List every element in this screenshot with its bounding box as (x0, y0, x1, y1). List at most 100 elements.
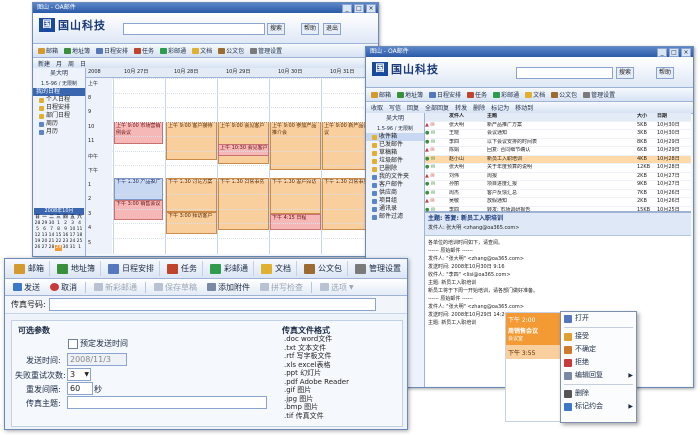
col-subject[interactable]: 主题 (487, 113, 637, 121)
reply-button[interactable]: 回复 (405, 103, 421, 112)
calendar-event[interactable]: 上午 9:00 参加产品推介会 (270, 122, 321, 170)
maximize-icon[interactable]: □ (354, 4, 364, 13)
reply-all-button[interactable]: 全部回复 (423, 103, 451, 112)
message-row[interactable]: ● ✉ 王晓 会议通知 3KB 10月30日 (425, 130, 691, 139)
tool-contacts[interactable]: 地址簿 (62, 46, 92, 55)
maximize-icon[interactable]: □ (669, 48, 679, 57)
day-header-4[interactable]: 10月 31日 (330, 68, 354, 77)
menu-edit-reply[interactable]: 编辑回复 ▶ (561, 369, 636, 382)
mini-cal-day[interactable]: 1 (76, 245, 83, 251)
tool-settings[interactable]: 管理设置 (581, 90, 617, 99)
col-date[interactable]: 日期 (657, 113, 691, 121)
day-header-3[interactable]: 10月 30日 (278, 68, 302, 77)
message-row[interactable]: ▲ ✉ 张大明 新产品推广方案 5KB 10月30日 (425, 122, 691, 130)
event-block-2[interactable]: 下午 3:55 (506, 345, 564, 359)
tab-sms[interactable]: 彩邮通 (205, 261, 254, 276)
message-row[interactable]: ▲ ✉ 吴敏 放假通知 2KB 10月26日 (425, 198, 691, 207)
save-draft-button[interactable]: 保存草稿 (150, 282, 201, 293)
send-time-field[interactable]: 2008/11/3 (67, 353, 127, 366)
mini-cal-day[interactable]: 29 (55, 245, 62, 251)
day-header-2[interactable]: 10月 29日 (226, 68, 250, 77)
move-to-button[interactable]: 移动到 (513, 103, 535, 112)
tool-calendar[interactable]: 日程安排 (427, 90, 463, 99)
message-row[interactable]: ● ✉ 张大明 关于年度预算的说明 12KB 10月28日 (425, 164, 691, 173)
sidebar-item-dept[interactable]: 部门日程 (33, 112, 85, 120)
close-icon[interactable]: × (366, 4, 376, 13)
add-attachment-button[interactable]: 添加附件 (203, 282, 254, 293)
sidebar-item-personal[interactable]: 个人日程 (33, 96, 85, 104)
folder-item[interactable]: 邮件过滤 (366, 213, 424, 221)
mark-as-button[interactable]: 标记为 (489, 103, 511, 112)
col-size[interactable]: 大小 (637, 113, 657, 121)
tool-briefcase[interactable]: 公文包 (549, 90, 579, 99)
compose-button[interactable]: 写信 (387, 103, 403, 112)
mini-cal-day[interactable]: 31 (69, 245, 76, 251)
day-view-button[interactable]: 日 (78, 59, 88, 68)
tool-docs[interactable]: 文档 (523, 90, 547, 99)
tab-tasks[interactable]: 任务 (162, 261, 203, 276)
tab-docs[interactable]: 文档 (256, 261, 297, 276)
tool-tasks[interactable]: 任务 (132, 46, 156, 55)
folder-item[interactable]: 已发邮件 (366, 141, 424, 149)
tab-calendar[interactable]: 日程安排 (103, 261, 160, 276)
forward-button[interactable]: 转发 (453, 103, 469, 112)
tool-briefcase[interactable]: 公文包 (216, 46, 246, 55)
message-row[interactable]: ▲ ✉ 陈娟 回复: 合同细节确认 6KB 10月29日 (425, 147, 691, 156)
tool-tasks[interactable]: 任务 (465, 90, 489, 99)
minimize-icon[interactable]: _ (657, 48, 667, 57)
message-row[interactable]: ▲ ✉ 刘伟 周报 2KB 10月27日 (425, 173, 691, 181)
retry-select[interactable]: 3 ▼ (67, 368, 91, 381)
folder-item[interactable]: 我的文件夹 (366, 173, 424, 181)
sidebar-item-schedule[interactable]: 日程安排 (33, 104, 85, 112)
fax-subject-input[interactable] (67, 396, 267, 409)
month-view-button[interactable]: 月 (54, 59, 64, 68)
menu-tentative[interactable]: 不确定 (561, 343, 636, 356)
close-icon[interactable]: × (681, 48, 691, 57)
sidebar-item-week[interactable]: 周历 (33, 120, 85, 128)
folder-item[interactable]: 供应商 (366, 189, 424, 197)
tool-mail[interactable]: 邮箱 (36, 46, 60, 55)
col-from[interactable]: 发件人 (449, 113, 487, 121)
folder-item[interactable]: 项目组 (366, 197, 424, 205)
tool-calendar[interactable]: 日程安排 (94, 46, 130, 55)
mini-cal-day[interactable]: 28 (48, 245, 55, 251)
calendar-event[interactable]: 下午 3:00 销售会议 (114, 200, 163, 220)
new-event-button[interactable]: 新建 (36, 59, 52, 68)
message-row[interactable]: ● ✉ 李四 以下会议安排的时间表 8KB 10月29日 (425, 139, 691, 147)
spell-check-button[interactable]: 拼写检查 (256, 282, 307, 293)
calendar-event[interactable]: 下午 4:15 日程 (270, 214, 321, 230)
message-row[interactable]: ● ✉ 孙丽 项目进度汇报 9KB 10月27日 (425, 181, 691, 190)
tool-contacts[interactable]: 地址簿 (395, 90, 425, 99)
send-button[interactable]: 发送 (9, 282, 44, 293)
tool-sms[interactable]: 彩邮通 (491, 90, 521, 99)
search-button[interactable]: 搜索 (267, 23, 286, 35)
message-row[interactable]: ● ✉ 赵小山 新员工入职培训 4KB 10月28日 (425, 155, 691, 164)
calendar-event[interactable]: 上午 9:00 市场营销例会议 (114, 122, 163, 144)
calendar-event[interactable]: 下午 1:30 讨论方案 (166, 178, 217, 212)
tool-settings[interactable]: 管理设置 (248, 46, 284, 55)
tab-settings[interactable]: 管理设置 (350, 261, 406, 276)
tool-sms[interactable]: 彩邮通 (158, 46, 188, 55)
folder-item[interactable]: 收件箱 (366, 133, 424, 141)
menu-delete[interactable]: 删除 (561, 387, 636, 400)
menu-decline[interactable]: 拒绝 (561, 356, 636, 369)
tab-contacts[interactable]: 地址簿 (52, 261, 101, 276)
menu-accept[interactable]: 接受 (561, 330, 636, 343)
menu-mark[interactable]: 标记约会 ▶ (561, 400, 636, 413)
fax-number-input[interactable] (48, 298, 376, 311)
search-button[interactable]: 搜索 (616, 67, 635, 79)
sidebar-item-month[interactable]: 月历 (33, 128, 85, 136)
logout-link[interactable]: 退出 (323, 23, 342, 35)
calendar-event[interactable]: 上午 9:00 会见客户 (218, 122, 269, 164)
day-header-1[interactable]: 10月 28日 (174, 68, 198, 77)
folder-item[interactable]: 垃圾邮件 (366, 157, 424, 165)
search-input[interactable] (516, 67, 613, 79)
tool-mail[interactable]: 邮箱 (369, 90, 393, 99)
tool-docs[interactable]: 文档 (190, 46, 214, 55)
search-input[interactable] (123, 23, 265, 35)
options-button[interactable]: 选项 ▼ (316, 282, 358, 293)
message-row[interactable]: ● ✉ 周杰 客户反馈汇总 7KB 10月26日 (425, 190, 691, 198)
cancel-button[interactable]: 取消 (46, 282, 81, 293)
mini-cal-day[interactable]: 26 (34, 245, 41, 251)
folder-item[interactable]: 客户邮件 (366, 181, 424, 189)
